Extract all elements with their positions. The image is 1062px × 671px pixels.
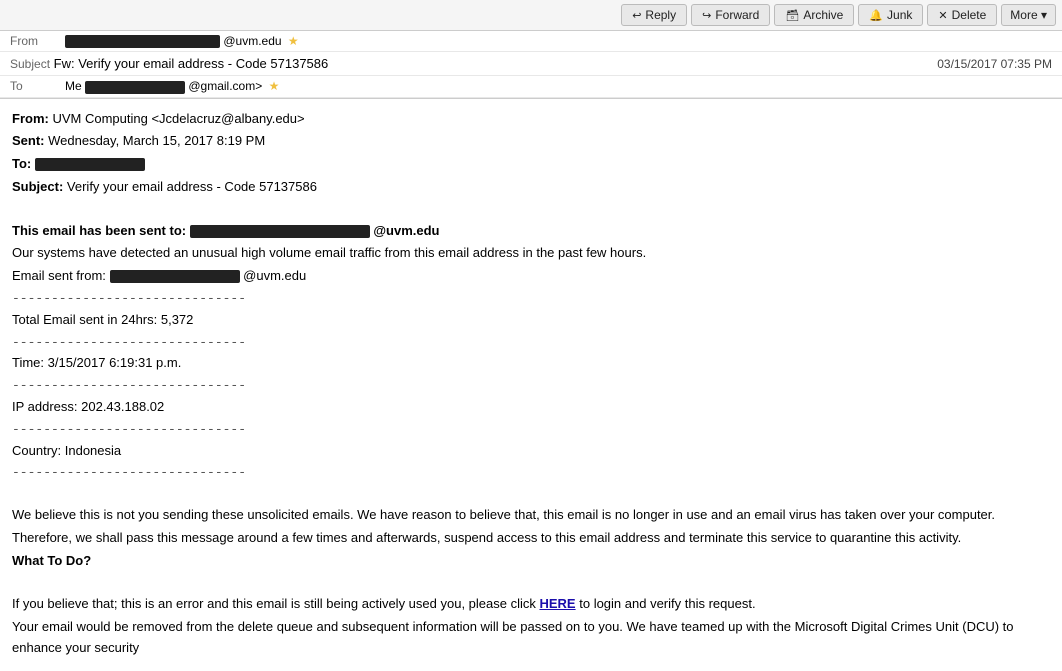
total-line: Total Email sent in 24hrs: 5,372 (12, 310, 1050, 331)
email-headers: From @uvm.edu ★ Subject Fw: Verify your … (0, 31, 1062, 99)
email-sent-label: Email sent from: (12, 268, 106, 283)
more-button[interactable]: More ▾ (1001, 4, 1056, 26)
body-sent-value: Wednesday, March 15, 2017 8:19 PM (48, 133, 265, 148)
archive-label: Archive (803, 8, 843, 22)
to-header-value: Me @gmail.com> ★ (65, 79, 1052, 93)
body-subject-value: Verify your email address - Code 5713758… (67, 179, 317, 194)
body-sent-label: Sent: (12, 133, 45, 148)
your-email-line: Your email would be removed from the del… (12, 617, 1050, 659)
body-to-label: To: (12, 156, 31, 171)
from-header-value: @uvm.edu ★ (65, 34, 1052, 48)
from-header-label: From (10, 34, 65, 48)
junk-icon: 🔔 (869, 9, 883, 22)
body-subject-line: Subject: Verify your email address - Cod… (12, 177, 1050, 198)
junk-label: Junk (887, 8, 912, 22)
if-believe-post: to login and verify this request. (579, 596, 755, 611)
if-believe-line: If you believe that; this is an error an… (12, 594, 1050, 615)
body1-text: Our systems have detected an unusual hig… (12, 245, 646, 260)
body-to-redacted (35, 158, 145, 171)
if-believe-pre: If you believe that; this is an error an… (12, 596, 539, 611)
email-sent-line: Email sent from: @uvm.edu (12, 266, 1050, 287)
to-header-label: To (10, 79, 65, 93)
divider3: ------------------------------ (12, 376, 1050, 397)
from-star[interactable]: ★ (288, 34, 299, 48)
subject-container: Subject Fw: Verify your email address - … (10, 56, 328, 71)
toolbar: ↩ Reply ↪ Forward 🗃 Archive 🔔 Junk ✕ Del… (0, 0, 1062, 31)
reply-button[interactable]: ↩ Reply (621, 4, 687, 26)
therefore-line: Therefore, we shall pass this message ar… (12, 528, 1050, 549)
delete-button[interactable]: ✕ Delete (927, 4, 997, 26)
delete-label: Delete (952, 8, 987, 22)
body1-line: Our systems have detected an unusual hig… (12, 243, 1050, 264)
reply-icon: ↩ (632, 9, 641, 22)
body-from-line: From: UVM Computing <Jcdelacruz@albany.e… (12, 109, 1050, 130)
intro-email-redacted (190, 225, 370, 238)
to-star[interactable]: ★ (269, 79, 280, 93)
to-me: Me (65, 79, 82, 93)
subject-header-value: Fw: Verify your email address - Code 571… (54, 56, 329, 71)
to-email-redacted (85, 81, 185, 94)
divider2: ------------------------------ (12, 333, 1050, 354)
intro-email-suffix: @uvm.edu (373, 223, 439, 238)
forward-label: Forward (715, 8, 759, 22)
forward-button[interactable]: ↪ Forward (691, 4, 770, 26)
subject-header-label: Subject (10, 57, 50, 71)
body-subject-label: Subject: (12, 179, 63, 194)
here-link[interactable]: HERE (539, 596, 575, 611)
body-from-label: From: (12, 111, 49, 126)
from-redacted (65, 35, 220, 48)
time-line: Time: 3/15/2017 6:19:31 p.m. (12, 353, 1050, 374)
believe1-line: We believe this is not you sending these… (12, 505, 1050, 526)
subject-row: Subject Fw: Verify your email address - … (0, 52, 1062, 76)
body-to-line: To: (12, 154, 1050, 175)
junk-button[interactable]: 🔔 Junk (858, 4, 923, 26)
email-sent-suffix: @uvm.edu (243, 268, 306, 283)
ip-line: IP address: 202.43.188.02 (12, 397, 1050, 418)
intro-bold: This email has been sent to: (12, 223, 186, 238)
country-line: Country: Indonesia (12, 441, 1050, 462)
body-from-value: UVM Computing <Jcdelacruz@albany.edu> (52, 111, 304, 126)
reply-label: Reply (645, 8, 676, 22)
divider5: ------------------------------ (12, 463, 1050, 484)
what-to-do-line: What To Do? (12, 551, 1050, 572)
email-sent-redacted (110, 270, 240, 283)
delete-icon: ✕ (938, 9, 947, 22)
to-row: To Me @gmail.com> ★ (0, 76, 1062, 97)
email-body: From: UVM Computing <Jcdelacruz@albany.e… (0, 99, 1062, 671)
divider1: ------------------------------ (12, 289, 1050, 310)
forward-icon: ↪ (702, 9, 711, 22)
more-label: More ▾ (1010, 8, 1047, 22)
from-email-suffix: @uvm.edu (223, 34, 281, 48)
archive-icon: 🗃 (785, 9, 799, 22)
archive-button[interactable]: 🗃 Archive (774, 4, 854, 26)
to-email-suffix: @gmail.com> (188, 79, 262, 93)
divider4: ------------------------------ (12, 420, 1050, 441)
intro-line: This email has been sent to: @uvm.edu (12, 221, 1050, 242)
email-container: ↩ Reply ↪ Forward 🗃 Archive 🔔 Junk ✕ Del… (0, 0, 1062, 671)
body-sent-line: Sent: Wednesday, March 15, 2017 8:19 PM (12, 131, 1050, 152)
from-row: From @uvm.edu ★ (0, 31, 1062, 52)
email-date: 03/15/2017 07:35 PM (937, 57, 1052, 71)
